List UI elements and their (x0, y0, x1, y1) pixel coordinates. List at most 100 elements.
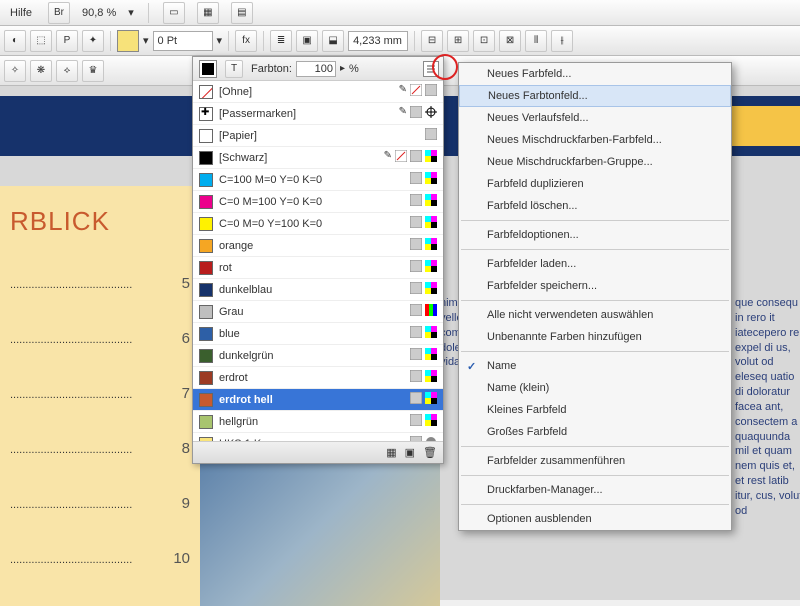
zoom-level[interactable]: 90,8 % (82, 7, 116, 19)
menu-item[interactable]: Farbfelder laden... (459, 253, 731, 275)
swatch-row[interactable]: Grau (193, 301, 443, 323)
swatch-row[interactable]: [Passermarken] ✎ (193, 103, 443, 125)
colorspace-icon (425, 304, 437, 319)
menu-item[interactable]: Farbfelder speichern... (459, 275, 731, 297)
swatch-chip (199, 129, 213, 143)
toc-row: ........................................… (10, 440, 190, 457)
menu-item[interactable]: Farbfeld duplizieren (459, 173, 731, 195)
menu-item[interactable]: Neues Verlaufsfeld... (459, 107, 731, 129)
swatches-panel: T Farbton: ▸ % [Ohne]✎[Passermarken]✎[Pa… (192, 56, 444, 464)
fill-color-icon[interactable] (117, 30, 139, 52)
menu-help[interactable]: Hilfe (6, 5, 36, 21)
swatch-row[interactable]: dunkelgrün (193, 345, 443, 367)
tool-e-icon[interactable]: ❋ (30, 60, 52, 82)
stroke-weight-field[interactable]: 0 Pt (153, 31, 213, 51)
menu-item[interactable]: Großes Farbfeld (459, 421, 731, 443)
menu-item[interactable]: Neues Mischdruckfarben-Farbfeld... (459, 129, 731, 151)
swatch-row[interactable]: erdrot hell (193, 389, 443, 411)
swatch-chip (199, 283, 213, 297)
toc-row: ........................................… (10, 330, 190, 347)
swatch-row[interactable]: erdrot (193, 367, 443, 389)
swatch-row[interactable]: C=0 M=0 Y=100 K=0 (193, 213, 443, 235)
color-mode-icon (410, 348, 422, 363)
dist-1-icon[interactable]: ⫴ (525, 30, 547, 52)
align-1-icon[interactable]: ⊟ (421, 30, 443, 52)
swatch-name: Grau (219, 306, 404, 318)
fill-stroke-proxy-icon[interactable] (199, 60, 217, 78)
color-mode-icon (410, 150, 422, 165)
swatch-name: [Passermarken] (219, 108, 393, 120)
menu-item[interactable]: Kleines Farbfeld (459, 399, 731, 421)
tool-a-icon[interactable]: ◐ (4, 30, 26, 52)
align-4-icon[interactable]: ⊠ (499, 30, 521, 52)
swatch-chip (199, 217, 213, 231)
wrap-b-icon[interactable]: ▣ (296, 30, 318, 52)
pencil-icon: ✎ (399, 106, 407, 121)
trash-icon[interactable]: 🗑 (423, 446, 437, 459)
tool-g-icon[interactable]: ♛ (82, 60, 104, 82)
menu-item-label: Optionen ausblenden (487, 513, 592, 525)
menu-item[interactable]: Neues Farbtonfeld... (459, 85, 731, 107)
swatch-row[interactable]: [Ohne]✎ (193, 81, 443, 103)
swatch-name: blue (219, 328, 404, 340)
menu-item[interactable]: Optionen ausblenden (459, 508, 731, 530)
tool-c-icon[interactable]: ✦ (82, 30, 104, 52)
swatch-row[interactable]: hellgrün (193, 411, 443, 433)
bridge-button[interactable]: Br (48, 2, 70, 24)
swatch-row[interactable]: HKS 1 K (193, 433, 443, 441)
menu-item[interactable]: Neues Farbfeld... (459, 63, 731, 85)
swatch-row[interactable]: [Schwarz]✎ (193, 147, 443, 169)
color-mode-icon (410, 216, 422, 231)
workspace-icon[interactable]: ▤ (231, 2, 253, 24)
swatch-row[interactable]: C=0 M=100 Y=0 K=0 (193, 191, 443, 213)
swatch-row[interactable]: blue (193, 323, 443, 345)
arrange-icon[interactable]: ▦ (197, 2, 219, 24)
color-mode-icon (425, 128, 437, 143)
swatch-chip (199, 349, 213, 363)
dist-2-icon[interactable]: ⫲ (551, 30, 573, 52)
colorspace-icon (425, 172, 437, 187)
tint-input[interactable] (296, 61, 336, 77)
text-fill-icon[interactable]: T (225, 60, 243, 78)
wrap-c-icon[interactable]: ⬓ (322, 30, 344, 52)
align-3-icon[interactable]: ⊡ (473, 30, 495, 52)
menu-item[interactable]: Farbfeldoptionen... (459, 224, 731, 246)
color-mode-icon (410, 106, 422, 121)
swatch-row[interactable]: dunkelblau (193, 279, 443, 301)
menu-item-label: Neues Farbfeld... (487, 68, 571, 80)
wrap-a-icon[interactable]: ≣ (270, 30, 292, 52)
char-style-p-icon[interactable]: P (56, 30, 78, 52)
menu-item[interactable]: Druckfarben-Manager... (459, 479, 731, 501)
yellow-accent (720, 106, 800, 146)
swatch-row[interactable]: [Papier] (193, 125, 443, 147)
fx-icon[interactable]: fx (235, 30, 257, 52)
panel-flyout-menu: Neues Farbfeld...Neues Farbtonfeld...Neu… (458, 62, 732, 531)
menu-item-label: Farbfeld duplizieren (487, 178, 584, 190)
tool-d-icon[interactable]: ✧ (4, 60, 26, 82)
colorspace-icon (425, 414, 437, 429)
tint-label: Farbton: (251, 63, 292, 75)
panel-menu-icon[interactable] (423, 61, 439, 77)
menu-item[interactable]: Farbfeld löschen... (459, 195, 731, 217)
menu-item[interactable]: Alle nicht verwendeten auswählen (459, 304, 731, 326)
menu-item[interactable]: Neue Mischdruckfarben-Gruppe... (459, 151, 731, 173)
menu-item-label: Alle nicht verwendeten auswählen (487, 309, 653, 321)
color-mode-icon (410, 370, 422, 385)
align-2-icon[interactable]: ⊞ (447, 30, 469, 52)
new-swatch-icon[interactable]: ▣ (405, 446, 415, 459)
view-mode-icon[interactable]: ▦ (386, 446, 396, 459)
tool-f-icon[interactable]: ⟡ (56, 60, 78, 82)
color-mode-icon (410, 260, 422, 275)
swatch-chip (199, 261, 213, 275)
menu-item[interactable]: ✓Name (459, 355, 731, 377)
dimension-field[interactable]: 4,233 mm (348, 31, 408, 51)
swatch-row[interactable]: rot (193, 257, 443, 279)
tool-b-icon[interactable]: ⬚ (30, 30, 52, 52)
swatch-row[interactable]: orange (193, 235, 443, 257)
menu-item[interactable]: Name (klein) (459, 377, 731, 399)
screen-mode-icon[interactable]: ▭ (163, 2, 185, 24)
swatch-name: C=0 M=0 Y=100 K=0 (219, 218, 404, 230)
menu-item[interactable]: Unbenannte Farben hinzufügen (459, 326, 731, 348)
swatch-row[interactable]: C=100 M=0 Y=0 K=0 (193, 169, 443, 191)
colorspace-icon (425, 238, 437, 253)
